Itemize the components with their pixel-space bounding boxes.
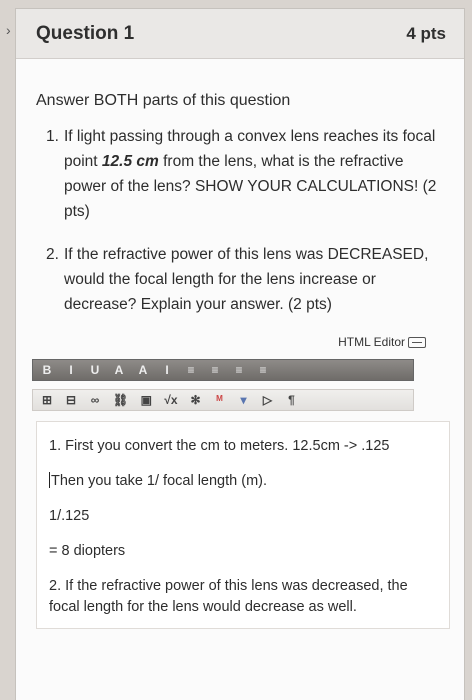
question-part-2: 2. If the refractive power of this lens … — [36, 242, 450, 317]
special-char-icon[interactable]: ✻ — [190, 393, 202, 407]
text-cursor — [49, 472, 50, 488]
answer-textarea[interactable]: 1. First you convert the cm to meters. 1… — [36, 421, 450, 629]
question-body: Answer BOTH parts of this question 1. If… — [16, 92, 464, 317]
answer-line: = 8 diopters — [49, 543, 126, 559]
part-number: 2. — [46, 246, 59, 263]
align-left-button[interactable]: ≡ — [185, 363, 197, 377]
part-number: 1. — [46, 128, 59, 145]
table-icon[interactable]: ⊞ — [41, 393, 53, 407]
link-icon[interactable]: ∞ — [89, 393, 101, 407]
align-center-button[interactable]: ≡ — [209, 363, 221, 377]
focal-distance-value: 12.5 cm — [101, 153, 159, 170]
image-icon[interactable]: ▣ — [140, 393, 152, 407]
paragraph-direction-icon[interactable]: ¶ — [286, 393, 298, 407]
answer-line-text: Then you take 1/ focal length (m). — [51, 473, 267, 489]
media-icon[interactable]: ⊟ — [65, 393, 77, 407]
part-text: If the refractive power of this lens was… — [64, 246, 429, 313]
apps-dropdown-icon[interactable]: ▾ — [238, 393, 250, 407]
answer-line: 2. If the refractive power of this lens … — [49, 578, 408, 615]
justify-button[interactable]: ≡ — [257, 363, 269, 377]
align-right-button[interactable]: ≡ — [233, 363, 245, 377]
text-color-button[interactable]: A — [113, 363, 125, 377]
html-editor-link[interactable]: HTML Editor — [338, 335, 426, 349]
underline-button[interactable]: U — [89, 363, 101, 377]
question-title: Question 1 — [36, 22, 135, 44]
editor-link-row: HTML Editor — [16, 335, 464, 349]
answer-line: 1. First you convert the cm to meters. 1… — [49, 438, 390, 454]
keyboard-icon — [408, 336, 426, 348]
apps-icon[interactable]: ᴹ — [214, 393, 226, 407]
question-header: Question 1 4 pts — [16, 9, 464, 59]
points-label: 4 pts — [406, 23, 446, 43]
html-editor-label: HTML Editor — [338, 335, 405, 349]
question-card: Question 1 4 pts Answer BOTH parts of th… — [15, 8, 465, 700]
embed-icon[interactable]: ▷ — [262, 393, 274, 407]
question-intro: Answer BOTH parts of this question — [36, 92, 291, 109]
clear-format-button[interactable]: I — [161, 363, 173, 377]
toolbar-row-formatting: B I U A A I ≡ ≡ ≡ ≡ — [32, 359, 414, 381]
background-color-button[interactable]: A — [137, 363, 149, 377]
equation-icon[interactable]: √x — [164, 393, 177, 407]
answer-line: 1/.125 — [49, 508, 90, 524]
toolbar-row-insert: ⊞ ⊟ ∞ ⛓ ▣ √x ✻ ᴹ ▾ ▷ ¶ — [32, 389, 414, 411]
italic-button[interactable]: I — [65, 363, 77, 377]
question-part-1: 1. If light passing through a convex len… — [36, 124, 450, 224]
rich-text-toolbar: B I U A A I ≡ ≡ ≡ ≡ ⊞ ⊟ ∞ ⛓ ▣ √x ✻ ᴹ ▾ ▷… — [32, 359, 414, 411]
bold-button[interactable]: B — [41, 363, 53, 377]
question-parts: 1. If light passing through a convex len… — [36, 124, 450, 317]
answer-line: Then you take 1/ focal length (m). — [49, 471, 437, 492]
part-text: If light passing through a convex lens r… — [64, 124, 450, 224]
unlink-icon[interactable]: ⛓ — [113, 393, 128, 407]
